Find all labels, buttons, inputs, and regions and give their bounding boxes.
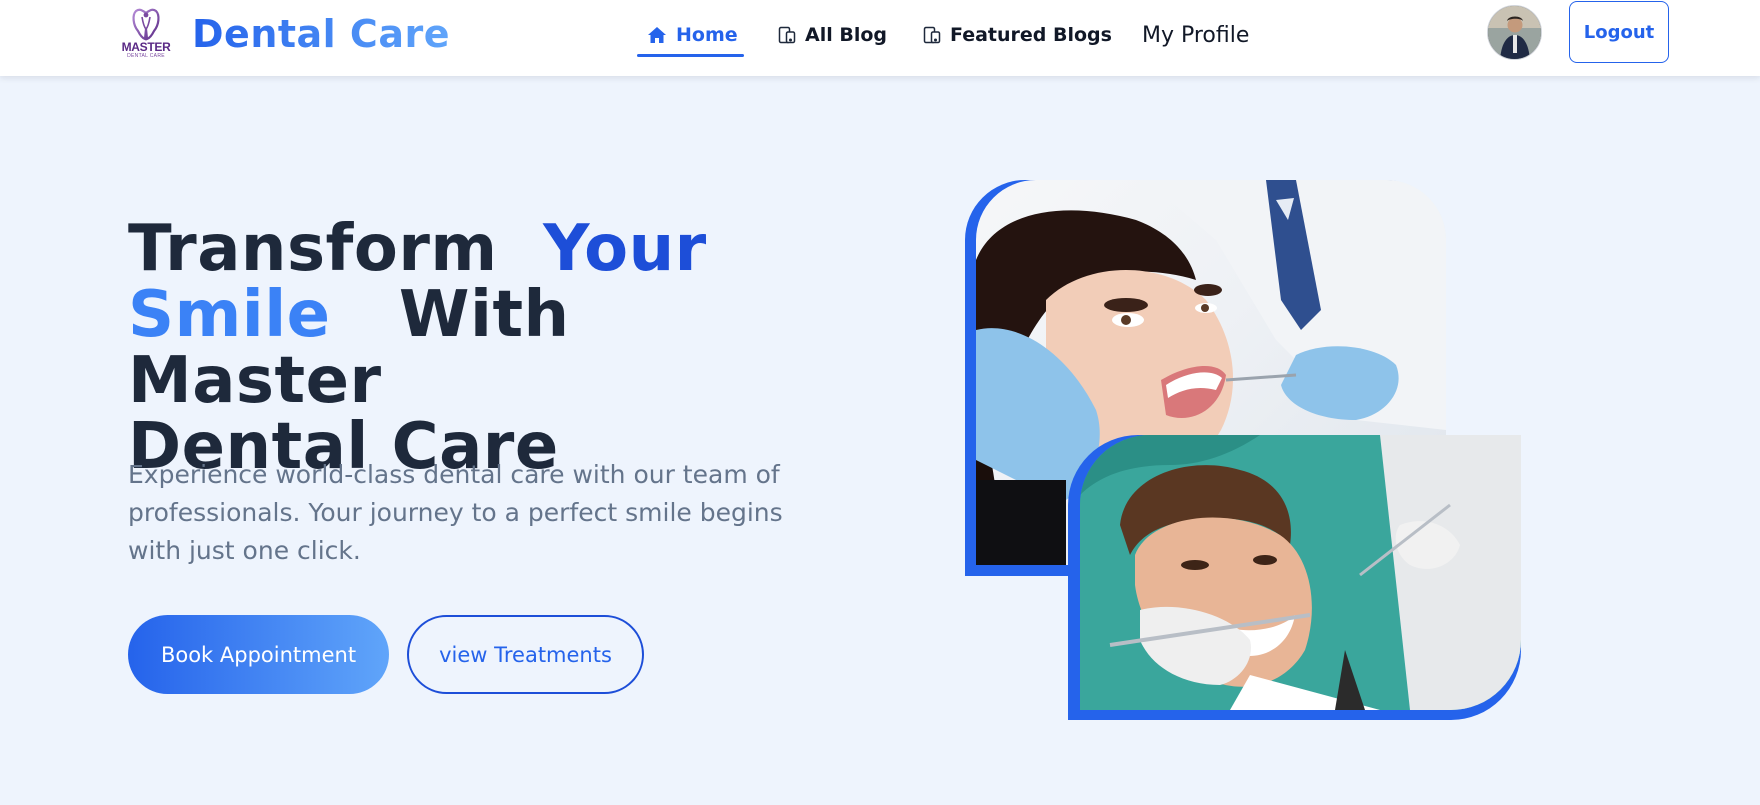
nav-featured-blogs-label: Featured Blogs	[950, 24, 1112, 46]
logo-subtext: DENTAL CARE	[127, 53, 165, 59]
brand-name[interactable]: Dental Care	[192, 3, 450, 65]
patient-man-image	[1080, 435, 1521, 710]
hero-title: Transform Your Smile With Master Dental …	[128, 216, 788, 480]
hero-title-part1: Transform	[128, 212, 498, 286]
view-treatments-button[interactable]: view Treatments	[407, 615, 644, 694]
logo-text: MASTER	[121, 40, 171, 54]
logo[interactable]: MASTER DENTAL CARE	[120, 5, 172, 63]
blog-icon	[778, 26, 796, 44]
logout-button[interactable]: Logout	[1569, 1, 1669, 63]
nav-all-blog[interactable]: All Blog	[778, 16, 887, 54]
hero-title-highlight-smile: Smile	[128, 278, 331, 352]
home-icon	[648, 27, 666, 43]
hero-title-highlight-your: Your	[543, 212, 707, 286]
nav-featured-blogs[interactable]: Featured Blogs	[923, 16, 1112, 54]
user-avatar[interactable]	[1487, 5, 1542, 60]
book-appointment-button[interactable]: Book Appointment	[128, 615, 389, 694]
blog-icon	[923, 26, 941, 44]
navbar: MASTER DENTAL CARE Dental Care Home All …	[0, 0, 1760, 76]
nav-my-profile[interactable]: My Profile	[1142, 16, 1249, 54]
hero-description: Experience world-class dental care with …	[128, 460, 783, 565]
nav-home-label: Home	[676, 24, 738, 46]
brand[interactable]: MASTER DENTAL CARE Dental Care	[120, 3, 450, 65]
nav-my-profile-label: My Profile	[1142, 22, 1250, 48]
tooth-logo-icon	[132, 8, 160, 41]
nav-home[interactable]: Home	[637, 16, 744, 57]
nav-all-blog-label: All Blog	[805, 24, 887, 46]
avatar-image	[1488, 6, 1541, 59]
